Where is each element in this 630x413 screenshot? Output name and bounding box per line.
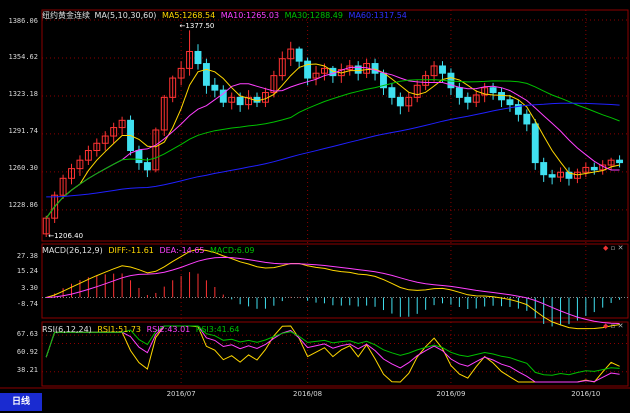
x-tick-label: 2016/09 [436,390,466,398]
candle-body [498,92,505,101]
maximize-icon[interactable]: ▫ [611,322,616,330]
macd-legend: MACD(26,12,9) DIFF:-11.61 DEA:-14.65 MAC… [42,246,255,256]
ma60-value: MA60:1317.54 [348,11,407,20]
macd-y-tick-label: 27.38 [16,252,38,260]
chart-canvas[interactable] [0,0,630,411]
macd-indicator-name: MACD(26,12,9) [42,246,103,255]
rsi-indicator-name: RSI(6,12,24) [42,325,92,334]
x-tick-label: 2016/08 [293,390,323,398]
y-tick-label: 1354.62 [8,53,38,61]
rsi1-value: RSI1:51.73 [97,325,142,334]
y-tick-label: 1291.74 [8,127,38,135]
candle-body [540,162,548,176]
maximize-icon[interactable]: ▫ [611,244,616,252]
candle-body [590,166,598,171]
y-tick-label: 1228.86 [8,201,38,209]
ma10-value: MA10:1265.03 [220,11,280,20]
candle-body [464,96,472,103]
candle-body [396,96,404,107]
macd-y-tick-label: 3.30 [21,284,38,292]
ma30-value: MA30:1288.49 [284,11,343,20]
low-annotation: ←1206.40 [48,231,83,241]
main-legend: 纽约黄金连续 MA(5,10,30,60) MA5:1268.54 MA10:1… [42,11,407,21]
high-value: 1377.50 [185,22,215,31]
diff-value: DIFF:-11.61 [108,246,154,255]
x-tick-label: 2016/10 [571,390,601,398]
y-tick-label: 1260.30 [8,164,38,172]
macd-diff-line [46,248,620,330]
close-panel-icon[interactable]: ✕ [618,244,624,252]
candle-body [202,63,210,86]
rsi3-value: RSI3:41.64 [195,325,240,334]
candle-body [506,99,514,106]
candle-body [194,50,202,65]
candle-body [489,87,497,94]
rsi2-value: RSI2:43.01 [146,325,191,334]
daily-period-tab[interactable]: 日线 [0,393,42,411]
candle-body [439,65,446,74]
rsi-y-tick-label: 38.21 [16,366,38,374]
rsi-legend: RSI(6,12,24) RSI1:51.73 RSI2:43.01 RSI3:… [42,325,239,335]
macd-y-tick-label: -8.74 [16,300,38,308]
candle-body [548,174,556,178]
candle-body [371,63,379,74]
rsi-panel-controls[interactable]: ◆ ▫ ✕ [603,322,623,330]
candle-body [143,162,151,171]
close-panel-icon[interactable]: ✕ [618,322,624,330]
candle-body [531,123,539,164]
dea-value: DEA:-14.65 [159,246,205,255]
rsi-y-tick-label: 67.63 [16,330,38,338]
close-icon[interactable]: ◆ [603,322,608,330]
rsi-y-tick-label: 60.92 [16,348,38,356]
macd-value: MACD:6.09 [210,246,255,255]
candle-body [304,60,312,79]
candle-body [135,150,143,164]
close-icon[interactable]: ◆ [603,244,608,252]
candle-body [523,113,531,125]
indicator-name: MA(5,10,30,60) [94,11,157,20]
candle-body [295,48,303,62]
candle-body [616,159,624,164]
high-annotation: ←1377.50 [180,21,215,31]
candle-body [388,87,396,98]
instrument-name: 纽约黄金连续 [42,11,90,20]
macd-y-tick-label: 15.24 [16,267,38,275]
candle-body [211,84,219,91]
candle-body [236,96,244,106]
ma5-value: MA5:1268.54 [161,11,216,20]
candle-body [455,87,463,98]
x-tick-label: 2016/07 [166,390,196,398]
macd-panel-controls[interactable]: ◆ ▫ ✕ [603,244,623,252]
y-tick-label: 1386.06 [8,17,38,25]
chart-stage: 纽约黄金连续 MA(5,10,30,60) MA5:1268.54 MA10:1… [0,0,630,411]
low-value: 1206.40 [54,232,84,240]
y-tick-label: 1323.18 [8,90,38,98]
